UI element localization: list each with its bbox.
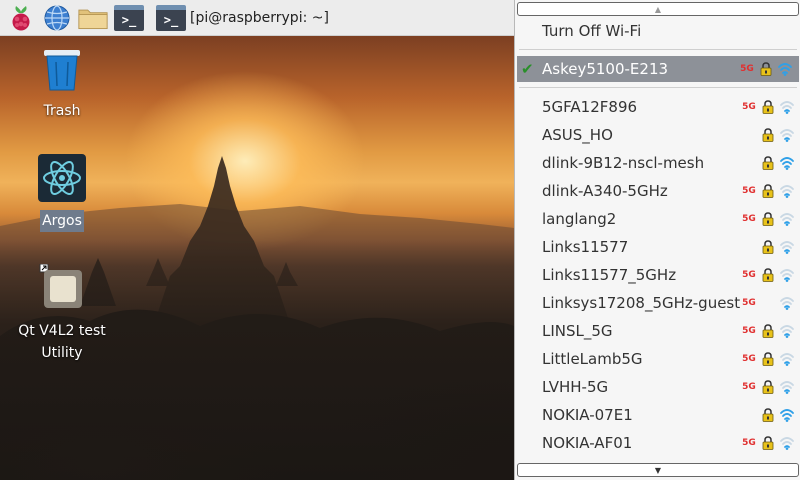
lock-icon bbox=[762, 268, 774, 282]
lock-icon bbox=[762, 436, 774, 450]
wifi-signal-icon bbox=[780, 129, 794, 142]
network-name: dlink-A340-5GHz bbox=[542, 182, 668, 200]
scroll-down-button[interactable]: ▼ bbox=[517, 463, 799, 477]
band-badge: 5G bbox=[742, 326, 756, 336]
atom-icon bbox=[38, 154, 86, 202]
band-badge: 5G bbox=[742, 298, 756, 308]
wifi-signal-icon bbox=[780, 325, 794, 338]
network-name: Askey5100-E213 bbox=[542, 60, 669, 78]
lock-icon bbox=[762, 408, 774, 422]
lock-icon bbox=[762, 352, 774, 366]
wifi-signal-icon bbox=[780, 241, 794, 254]
wifi-signal-icon bbox=[780, 101, 794, 114]
wifi-signal-icon bbox=[780, 185, 794, 198]
qt-chip-icon bbox=[39, 263, 82, 308]
wifi-menu[interactable]: ▲ Turn Off Wi-Fi ✔ Askey5100-E213 5G 5GF… bbox=[514, 0, 800, 480]
trash-icon bbox=[44, 50, 80, 91]
network-name: Links11577_5GHz bbox=[542, 266, 677, 284]
network-item[interactable]: LINSL_5G 5G bbox=[515, 318, 800, 344]
lock-icon bbox=[760, 62, 772, 76]
menu-separator bbox=[519, 87, 797, 88]
lock-placeholder bbox=[761, 296, 775, 310]
network-item[interactable]: Links11577_5GHz 5G bbox=[515, 262, 800, 288]
lock-icon bbox=[762, 380, 774, 394]
band-badge: 5G bbox=[742, 102, 756, 112]
web-browser-button[interactable] bbox=[42, 3, 72, 33]
band-badge: 5G bbox=[740, 64, 754, 74]
wifi-signal-icon bbox=[780, 353, 794, 366]
file-manager-button[interactable] bbox=[78, 3, 108, 33]
wifi-signal-icon bbox=[778, 63, 792, 76]
chevron-up-icon: ▲ bbox=[654, 4, 662, 14]
network-name: Links11577 bbox=[542, 238, 629, 256]
window-title: [pi@raspberrypi: ~] bbox=[190, 9, 329, 26]
terminal-button[interactable]: >_ bbox=[114, 3, 144, 33]
turn-off-wifi-item[interactable]: Turn Off Wi-Fi bbox=[515, 18, 800, 44]
network-name: LINSL_5G bbox=[542, 322, 613, 340]
network-item[interactable]: langlang2 5G bbox=[515, 206, 800, 232]
lock-icon bbox=[762, 184, 774, 198]
lock-icon bbox=[762, 212, 774, 226]
network-name: 5GFA12F896 bbox=[542, 98, 638, 116]
lock-icon bbox=[762, 100, 774, 114]
network-item[interactable]: LittleLamb5G 5G bbox=[515, 346, 800, 372]
wifi-signal-icon bbox=[780, 381, 794, 394]
lock-icon bbox=[762, 156, 774, 170]
network-item[interactable]: LVHH-5G 5G bbox=[515, 374, 800, 400]
network-item[interactable]: ASUS_HO bbox=[515, 122, 800, 148]
network-name: ASUS_HO bbox=[542, 126, 613, 144]
terminal-window-icon: >_ bbox=[156, 4, 186, 31]
wifi-signal-icon bbox=[780, 157, 794, 170]
band-badge: 5G bbox=[742, 354, 756, 364]
scroll-up-button[interactable]: ▲ bbox=[517, 2, 799, 16]
network-name: LVHH-5G bbox=[542, 378, 609, 396]
chevron-down-icon: ▼ bbox=[654, 465, 662, 475]
network-name: Linksys17208_5GHz-guest bbox=[542, 294, 741, 312]
network-item[interactable]: dlink-9B12-nscl-mesh bbox=[515, 150, 800, 176]
lock-icon bbox=[762, 128, 774, 142]
argos-desktop-icon[interactable]: Argos bbox=[2, 154, 122, 232]
wifi-signal-icon bbox=[780, 213, 794, 226]
qt-v4l2-label: Qt V4L2 test Utility bbox=[18, 323, 106, 361]
wifi-signal-icon bbox=[780, 437, 794, 450]
raspberry-menu-button[interactable] bbox=[6, 3, 36, 33]
connected-network-item[interactable]: ✔ Askey5100-E213 5G bbox=[517, 56, 799, 82]
network-name: NOKIA-AF01 bbox=[542, 434, 633, 452]
turn-off-wifi-label: Turn Off Wi-Fi bbox=[542, 22, 642, 40]
network-item[interactable]: Linksys17208_5GHz-guest 5G bbox=[515, 290, 800, 316]
network-item[interactable]: Links11577 bbox=[515, 234, 800, 260]
qt-v4l2-desktop-icon[interactable]: Qt V4L2 test Utility bbox=[2, 263, 122, 364]
band-badge: 5G bbox=[742, 382, 756, 392]
band-badge: 5G bbox=[742, 270, 756, 280]
menu-separator bbox=[519, 49, 797, 50]
wifi-signal-icon bbox=[780, 269, 794, 282]
band-badge: 5G bbox=[742, 186, 756, 196]
folder-icon bbox=[78, 9, 108, 29]
network-name: LittleLamb5G bbox=[542, 350, 643, 368]
lock-icon bbox=[762, 324, 774, 338]
network-name: NOKIA-07E1 bbox=[542, 406, 633, 424]
wifi-signal-icon bbox=[780, 297, 794, 310]
checkmark-icon: ✔ bbox=[521, 60, 534, 78]
band-badge: 5G bbox=[742, 438, 756, 448]
argos-label: Argos bbox=[40, 210, 84, 232]
network-item[interactable]: 5GFA12F896 5G bbox=[515, 94, 800, 120]
band-badge: 5G bbox=[742, 214, 756, 224]
network-item[interactable]: dlink-A340-5GHz 5G bbox=[515, 178, 800, 204]
globe-icon bbox=[44, 4, 70, 31]
raspberry-menu-icon bbox=[12, 5, 30, 30]
trash-desktop-icon[interactable]: Trash bbox=[2, 44, 122, 122]
lock-icon bbox=[762, 240, 774, 254]
terminal-icon: >_ bbox=[114, 4, 144, 31]
network-item[interactable]: NOKIA-AF01 5G bbox=[515, 430, 800, 456]
trash-label: Trash bbox=[43, 103, 81, 119]
wifi-signal-icon bbox=[780, 409, 794, 422]
network-name: langlang2 bbox=[542, 210, 617, 228]
network-item[interactable]: NOKIA-07E1 bbox=[515, 402, 800, 428]
taskbar-window-button[interactable]: >_ [pi@raspberrypi: ~] bbox=[156, 3, 329, 33]
network-name: dlink-9B12-nscl-mesh bbox=[542, 154, 705, 172]
